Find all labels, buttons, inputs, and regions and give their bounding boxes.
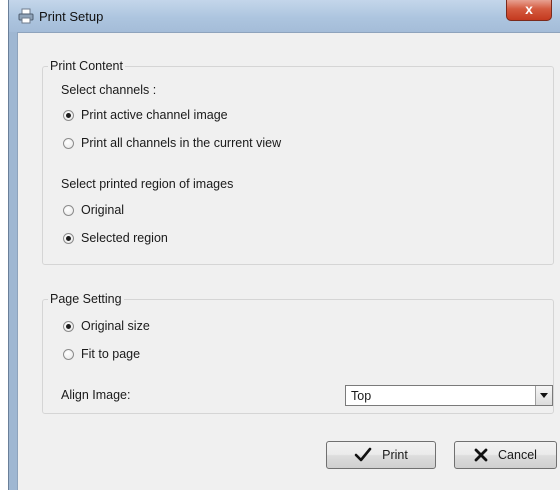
align-image-label: Align Image:	[61, 388, 131, 402]
radio-indicator[interactable]	[63, 137, 74, 149]
radio-indicator[interactable]	[63, 204, 74, 216]
chevron-down-icon[interactable]	[535, 386, 552, 405]
radio-indicator[interactable]	[63, 109, 74, 121]
radio-label: Original	[81, 203, 125, 217]
radio-indicator[interactable]	[63, 348, 74, 360]
x-mark-icon	[474, 448, 488, 462]
printer-icon	[18, 8, 34, 24]
radio-label: Print active channel image	[81, 108, 228, 122]
page-setting-legend: Page Setting	[48, 292, 124, 306]
close-button[interactable]: x	[506, 0, 552, 21]
radio-label: Selected region	[81, 231, 168, 245]
radio-original[interactable]: Original	[63, 203, 124, 217]
print-content-legend: Print Content	[48, 59, 125, 73]
cancel-button-label: Cancel	[498, 448, 537, 462]
radio-indicator[interactable]	[63, 232, 74, 244]
cancel-button[interactable]: Cancel	[454, 441, 557, 469]
radio-label: Print all channels in the current view	[81, 136, 282, 150]
checkmark-icon	[354, 447, 372, 462]
radio-label: Original size	[81, 319, 150, 333]
dialog-body: Print Content Select channels : Print ac…	[17, 32, 560, 490]
select-channels-label: Select channels :	[61, 83, 157, 97]
radio-selected-region[interactable]: Selected region	[63, 231, 168, 245]
radio-print-all-channels[interactable]: Print all channels in the current view	[63, 136, 281, 150]
radio-print-active-channel[interactable]: Print active channel image	[63, 108, 228, 122]
print-button[interactable]: Print	[326, 441, 436, 469]
radio-label: Fit to page	[81, 347, 141, 361]
print-setup-window: Print Setup x Print Content Select chann…	[8, 0, 560, 490]
radio-original-size[interactable]: Original size	[63, 319, 150, 333]
window-title: Print Setup	[39, 9, 104, 24]
select-region-label: Select printed region of images	[61, 177, 234, 191]
print-button-label: Print	[382, 448, 408, 462]
radio-fit-to-page[interactable]: Fit to page	[63, 347, 140, 361]
title-bar[interactable]: Print Setup x	[9, 0, 560, 32]
align-image-select[interactable]: Top	[345, 385, 553, 406]
align-image-value: Top	[351, 389, 372, 403]
radio-indicator[interactable]	[63, 320, 74, 332]
